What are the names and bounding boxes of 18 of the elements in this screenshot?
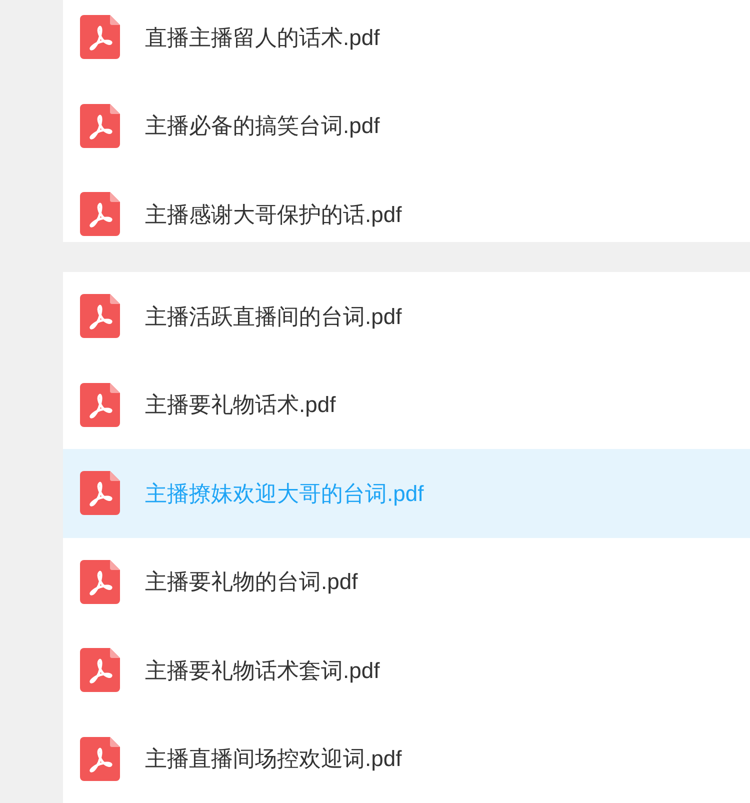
file-name: 主播要礼物话术.pdf [145, 391, 336, 420]
file-name: 主播撩妹欢迎大哥的台词.pdf [145, 480, 424, 508]
pdf-file-icon [80, 104, 120, 148]
file-name: 主播活跃直播间的台词.pdf [145, 302, 402, 331]
pdf-file-icon [80, 560, 120, 604]
pdf-file-icon [80, 382, 120, 427]
file-name: 主播直播间场控欢迎词.pdf [145, 745, 402, 774]
pdf-file-icon [80, 648, 120, 692]
pdf-file-icon [80, 15, 120, 60]
pdf-file-icon [80, 471, 120, 516]
file-name: 主播感谢大哥保护的话.pdf [145, 200, 402, 229]
pdf-file-icon [80, 294, 120, 338]
file-name: 主播必备的搞笑台词.pdf [145, 112, 380, 140]
pdf-file-icon [80, 736, 120, 781]
file-name: 主播要礼物的台词.pdf [145, 568, 358, 596]
file-name: 直播主播留人的话术.pdf [145, 24, 380, 52]
file-name: 主播要礼物话术套词.pdf [145, 656, 380, 685]
pdf-file-icon [80, 192, 120, 236]
